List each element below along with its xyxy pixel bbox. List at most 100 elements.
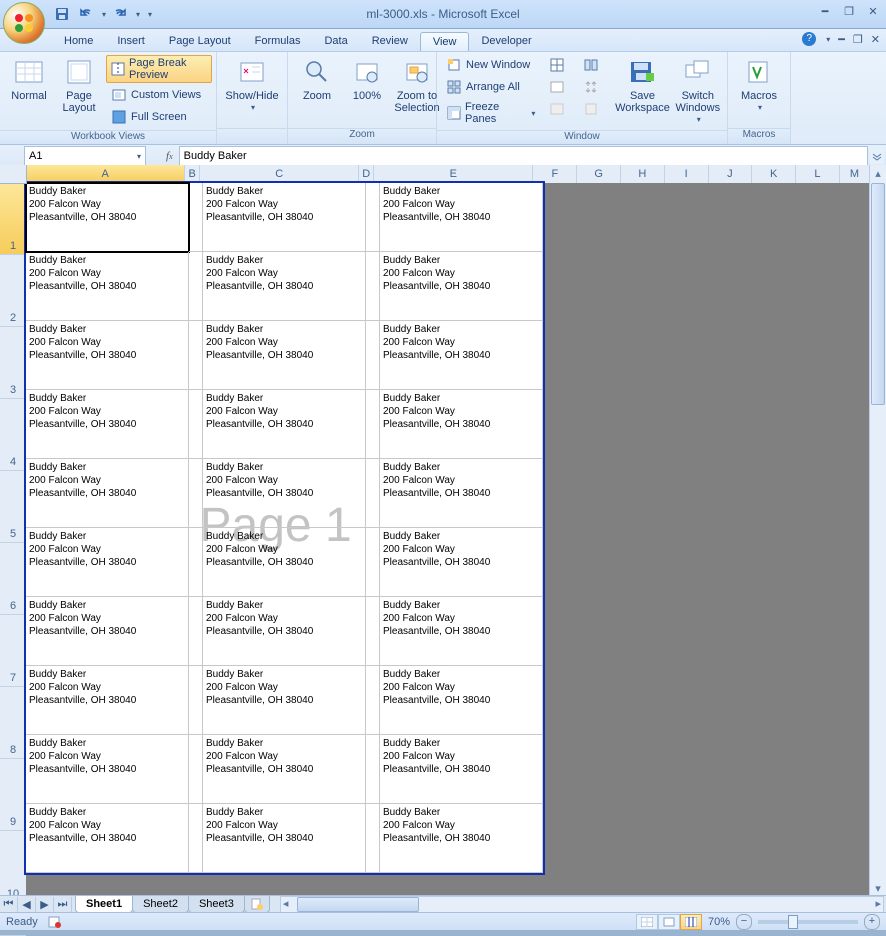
- label-cell[interactable]: Buddy Baker200 Falcon WayPleasantville, …: [26, 804, 189, 873]
- column-header-F[interactable]: F: [533, 165, 577, 183]
- label-cell[interactable]: Buddy Baker200 Falcon WayPleasantville, …: [203, 252, 366, 321]
- first-sheet-button[interactable]: ⏮: [0, 897, 18, 912]
- column-header-G[interactable]: G: [577, 165, 621, 183]
- restore-button[interactable]: ❐: [840, 4, 858, 18]
- show-hide-button[interactable]: Show/Hide ▾: [221, 54, 282, 116]
- horizontal-scrollbar[interactable]: ◂ ▸: [280, 896, 884, 913]
- tab-review[interactable]: Review: [360, 32, 420, 51]
- sheet-tab-sheet3[interactable]: Sheet3: [188, 896, 245, 913]
- spacer-cell[interactable]: [366, 321, 380, 390]
- save-workspace-button[interactable]: Save Workspace: [612, 54, 672, 116]
- label-cell[interactable]: Buddy Baker200 Falcon WayPleasantville, …: [203, 735, 366, 804]
- spacer-cell[interactable]: [366, 183, 380, 252]
- prev-sheet-button[interactable]: ◀: [18, 897, 36, 912]
- row-header-4[interactable]: 4: [0, 399, 26, 471]
- custom-views-button[interactable]: Custom Views: [106, 85, 212, 105]
- tab-home[interactable]: Home: [52, 32, 105, 51]
- spacer-cell[interactable]: [189, 597, 203, 666]
- spacer-cell[interactable]: [366, 735, 380, 804]
- redo-dropdown[interactable]: ▾: [136, 10, 140, 19]
- row-header-10[interactable]: 10: [0, 831, 26, 903]
- sheet-tab-sheet1[interactable]: Sheet1: [75, 896, 133, 913]
- label-cell[interactable]: Buddy Baker200 Falcon WayPleasantville, …: [26, 597, 189, 666]
- macro-record-button[interactable]: [48, 915, 62, 929]
- column-header-B[interactable]: B: [185, 165, 200, 183]
- label-cell[interactable]: Buddy Baker200 Falcon WayPleasantville, …: [380, 528, 543, 597]
- column-header-I[interactable]: I: [665, 165, 709, 183]
- label-cell[interactable]: Buddy Baker200 Falcon WayPleasantville, …: [26, 459, 189, 528]
- sync-scroll-button[interactable]: [578, 77, 608, 97]
- label-cell[interactable]: Buddy Baker200 Falcon WayPleasantville, …: [26, 666, 189, 735]
- label-cell[interactable]: Buddy Baker200 Falcon WayPleasantville, …: [26, 528, 189, 597]
- label-cell[interactable]: Buddy Baker200 Falcon WayPleasantville, …: [380, 666, 543, 735]
- macros-button[interactable]: Macros ▾: [734, 54, 784, 116]
- column-header-E[interactable]: E: [374, 165, 533, 183]
- zoom-100-button[interactable]: 100%: [342, 54, 392, 104]
- undo-dropdown[interactable]: ▾: [102, 10, 106, 19]
- label-cell[interactable]: Buddy Baker200 Falcon WayPleasantville, …: [380, 321, 543, 390]
- scroll-right-button[interactable]: ▸: [875, 897, 881, 910]
- label-cell[interactable]: Buddy Baker200 Falcon WayPleasantville, …: [203, 666, 366, 735]
- save-button[interactable]: [52, 4, 72, 24]
- tab-developer[interactable]: Developer: [469, 32, 543, 51]
- full-screen-button[interactable]: Full Screen: [106, 107, 212, 127]
- qat-customize[interactable]: ▾: [148, 10, 152, 19]
- label-cell[interactable]: Buddy Baker200 Falcon WayPleasantville, …: [26, 321, 189, 390]
- normal-view-button[interactable]: Normal: [4, 54, 54, 104]
- close-button[interactable]: ✕: [864, 4, 882, 18]
- column-header-D[interactable]: D: [359, 165, 374, 183]
- label-cell[interactable]: Buddy Baker200 Falcon WayPleasantville, …: [26, 390, 189, 459]
- label-cell[interactable]: Buddy Baker200 Falcon WayPleasantville, …: [380, 735, 543, 804]
- spacer-cell[interactable]: [189, 459, 203, 528]
- label-cell[interactable]: Buddy Baker200 Falcon WayPleasantville, …: [203, 459, 366, 528]
- next-sheet-button[interactable]: ▶: [36, 897, 54, 912]
- label-cell[interactable]: Buddy Baker200 Falcon WayPleasantville, …: [203, 597, 366, 666]
- zoom-slider-knob[interactable]: [788, 915, 798, 929]
- vertical-scrollbar[interactable]: ▴ ▾: [869, 165, 886, 896]
- view-side-by-side-button[interactable]: [578, 55, 608, 75]
- sheet-tab-sheet2[interactable]: Sheet2: [132, 896, 189, 913]
- arrange-all-button[interactable]: Arrange All: [441, 77, 540, 97]
- spacer-cell[interactable]: [366, 528, 380, 597]
- switch-windows-button[interactable]: Switch Windows ▾: [673, 54, 723, 128]
- zoom-slider[interactable]: [758, 920, 858, 924]
- spacer-cell[interactable]: [366, 252, 380, 321]
- scroll-up-button[interactable]: ▴: [870, 165, 886, 181]
- row-header-5[interactable]: 5: [0, 471, 26, 543]
- help-button[interactable]: ?: [802, 32, 816, 46]
- formula-bar[interactable]: Buddy Baker: [179, 146, 868, 166]
- unhide-button[interactable]: [544, 99, 574, 119]
- label-cell[interactable]: Buddy Baker200 Falcon WayPleasantville, …: [380, 459, 543, 528]
- label-cell[interactable]: Buddy Baker200 Falcon WayPleasantville, …: [26, 735, 189, 804]
- spacer-cell[interactable]: [189, 252, 203, 321]
- row-header-2[interactable]: 2: [0, 255, 26, 327]
- column-header-A[interactable]: A: [26, 165, 185, 183]
- tab-view[interactable]: View: [420, 32, 470, 51]
- spacer-cell[interactable]: [366, 390, 380, 459]
- label-cell[interactable]: Buddy Baker200 Falcon WayPleasantville, …: [203, 183, 366, 252]
- name-box[interactable]: A1 ▾: [24, 146, 146, 166]
- cells-canvas[interactable]: Page 1 Buddy Baker200 Falcon WayPleasant…: [26, 183, 870, 896]
- column-header-J[interactable]: J: [709, 165, 753, 183]
- row-header-6[interactable]: 6: [0, 543, 26, 615]
- column-header-K[interactable]: K: [752, 165, 796, 183]
- help-dropdown[interactable]: ▾: [826, 35, 830, 44]
- page-break-preview-button[interactable]: Page Break Preview: [106, 55, 212, 83]
- row-header-1[interactable]: 1: [0, 183, 26, 255]
- fx-icon[interactable]: fx: [166, 150, 173, 162]
- undo-button[interactable]: [76, 4, 96, 24]
- label-cell[interactable]: Buddy Baker200 Falcon WayPleasantville, …: [26, 183, 189, 252]
- spacer-cell[interactable]: [366, 459, 380, 528]
- column-header-H[interactable]: H: [621, 165, 665, 183]
- column-header-L[interactable]: L: [796, 165, 840, 183]
- label-cell[interactable]: Buddy Baker200 Falcon WayPleasantville, …: [203, 528, 366, 597]
- expand-formula-bar-button[interactable]: [870, 148, 884, 164]
- normal-view-status-button[interactable]: [636, 914, 658, 930]
- label-cell[interactable]: Buddy Baker200 Falcon WayPleasantville, …: [380, 252, 543, 321]
- zoom-out-button[interactable]: −: [736, 914, 752, 930]
- hide-button[interactable]: [544, 77, 574, 97]
- zoom-in-button[interactable]: +: [864, 914, 880, 930]
- new-sheet-button[interactable]: [244, 896, 270, 913]
- doc-minimize-button[interactable]: ━: [838, 33, 845, 46]
- row-header-3[interactable]: 3: [0, 327, 26, 399]
